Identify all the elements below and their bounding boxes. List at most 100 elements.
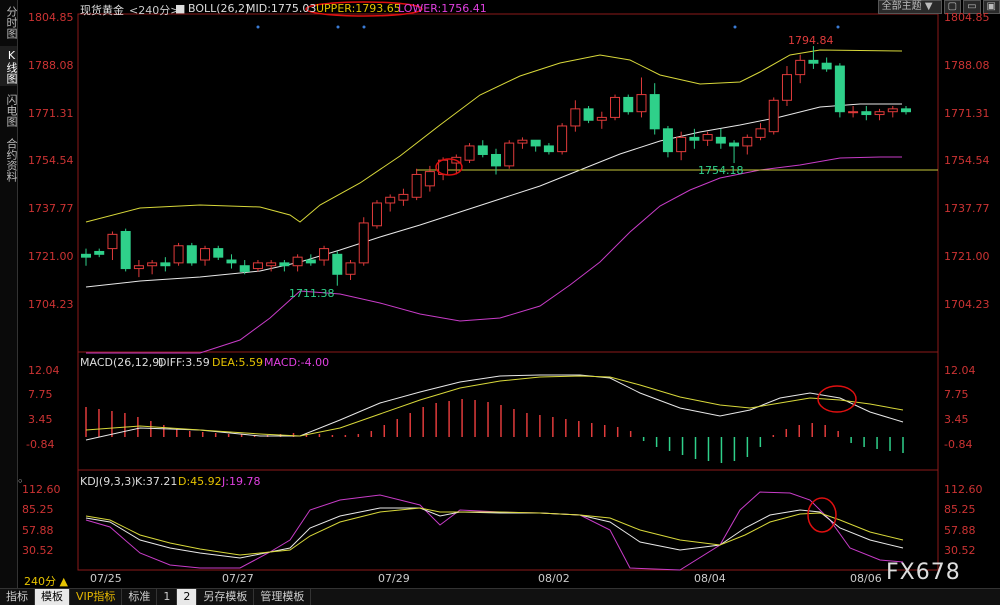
candle-body: [120, 230, 131, 270]
kdj-title: KDJ(9,3,3): [80, 475, 136, 488]
price-tick-label: 1721.00: [28, 250, 74, 263]
candle-body: [200, 248, 211, 261]
price-tick-label: 1704.23: [28, 298, 74, 311]
price-tick-label: 1737.77: [944, 202, 990, 215]
manage-templates-button[interactable]: 管理模板: [254, 589, 312, 605]
macd-value: MACD:-4.00: [264, 356, 330, 369]
tab-page-1[interactable]: 1: [157, 589, 178, 605]
candle-body: [292, 256, 303, 267]
candle-body: [305, 259, 316, 264]
candle-body: [266, 262, 277, 267]
boll-label: BOLL(26,2): [188, 2, 250, 15]
candle-body: [252, 262, 263, 270]
candle-body: [834, 65, 845, 113]
kdj-d: D:45.92: [178, 475, 222, 488]
candle-body: [636, 94, 647, 113]
kdj-tick-label: 57.88: [944, 524, 976, 537]
candle-body: [371, 202, 382, 227]
event-dot: [733, 25, 737, 29]
date-label: 08/04: [694, 572, 726, 585]
save-template-button[interactable]: 另存模板: [197, 589, 255, 605]
period-label: <240分>: [129, 4, 180, 17]
annotation-marks: [305, 1, 857, 533]
candle-body: [464, 145, 475, 161]
candle-body: [887, 108, 898, 113]
high-annotation: 1794.84: [788, 34, 834, 47]
macd-tick-label: 3.45: [944, 413, 969, 426]
price-tick-label: 1704.23: [944, 298, 990, 311]
macd-tick-label: -0.84: [944, 438, 973, 451]
price-tick-label: 1788.08: [28, 59, 74, 72]
chart-canvas[interactable]: [17, 0, 1000, 588]
kdj-k: K:37.21: [135, 475, 178, 488]
candle-body: [213, 248, 224, 258]
tab-page-2[interactable]: 2: [177, 589, 198, 605]
candle-body: [848, 111, 859, 114]
date-label: 07/27: [222, 572, 254, 585]
bollinger-bands: [85, 49, 938, 354]
candle-body: [332, 253, 343, 275]
candle-body: [411, 173, 422, 198]
macd-title: MACD(26,12,9): [80, 356, 164, 369]
candle-body: [689, 136, 700, 141]
candle-body: [530, 139, 541, 147]
tab-kline-chart[interactable]: K线图: [0, 46, 18, 86]
candle-body: [345, 262, 356, 275]
candle-body: [596, 116, 607, 121]
event-dot: [256, 25, 260, 29]
boll-upper-line: [85, 49, 903, 223]
kdj-tick-label: 30.52: [22, 544, 54, 557]
tab-indicators[interactable]: 指标: [0, 589, 35, 605]
candle-body: [81, 253, 91, 258]
kdj-tick-label: 85.25: [944, 503, 976, 516]
candle-body: [570, 108, 581, 127]
bottom-toolbar: 指标 模板 VIP指标 标准 1 2 另存模板 管理模板: [0, 588, 1000, 605]
tab-vip-indicators[interactable]: VIP指标: [70, 589, 123, 605]
candle-body: [649, 94, 660, 130]
candle-body: [239, 265, 250, 272]
candle-body: [557, 125, 568, 153]
candle-body: [861, 111, 872, 116]
symbol-name: 现货黄金: [80, 4, 124, 17]
kdj-j-line: [85, 491, 904, 571]
tab-templates[interactable]: 模板: [35, 589, 70, 605]
macd-tick-label: 7.75: [28, 388, 53, 401]
boll-icon: ■: [175, 2, 186, 15]
tab-flash-chart[interactable]: 闪电图: [0, 90, 18, 130]
price-tick-label: 1754.54: [944, 154, 990, 167]
price-tick-label: 1788.08: [944, 59, 990, 72]
side-tab-bar: 分时图 K线图 闪电图 合约资料: [0, 0, 18, 588]
candle-body: [398, 193, 409, 201]
chevron-down-icon: ▼: [924, 1, 933, 12]
candle-body: [729, 142, 740, 147]
boll-upper: UPPER:1793.65: [316, 2, 401, 15]
tab-contract-info[interactable]: 合约资料: [0, 134, 18, 186]
candle-body: [173, 245, 184, 264]
kdj-tick-label: 112.60: [22, 483, 61, 496]
candle-body: [808, 59, 819, 64]
tab-intraday-chart[interactable]: 分时图: [0, 2, 18, 42]
candle-body: [715, 136, 726, 144]
candle-body: [901, 108, 911, 113]
macd-panel-border: [77, 351, 939, 471]
candle-body: [319, 248, 330, 261]
price-tick-label: 1721.00: [944, 250, 990, 263]
price-tick-label: 1737.77: [28, 202, 74, 215]
date-label: 07/25: [90, 572, 122, 585]
candle-body: [768, 99, 779, 133]
period-switch-button[interactable]: 240分 ▲: [24, 573, 68, 589]
candle-body: [160, 262, 171, 267]
theme-select[interactable]: 全部主题 ▼: [877, 0, 942, 14]
price-tick-label: 1771.31: [944, 107, 990, 120]
candle-body: [358, 222, 369, 264]
candle-body: [795, 59, 806, 76]
tab-standard[interactable]: 标准: [122, 589, 158, 605]
candle-body: [610, 96, 621, 118]
candle-body: [676, 136, 687, 153]
event-dot: [362, 25, 366, 29]
candle-body: [279, 262, 290, 267]
candlesticks: [81, 46, 911, 286]
macd-tick-label: -0.84: [26, 438, 55, 451]
highlight-circle-kdj: [807, 497, 837, 533]
kdj-settings-icon[interactable]: ◦: [17, 475, 24, 488]
